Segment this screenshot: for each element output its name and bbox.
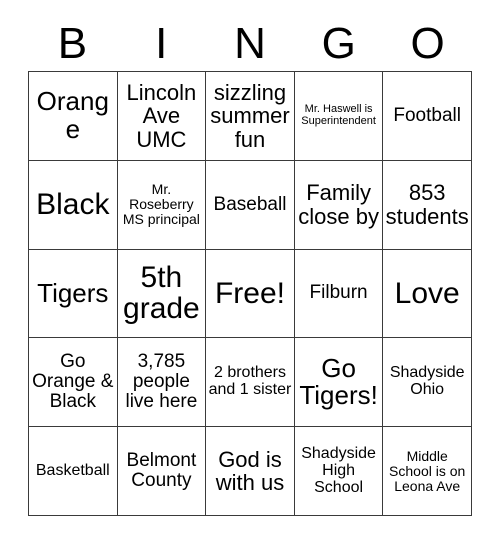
bingo-cell-g2[interactable]: Family close by [294, 160, 384, 250]
bingo-header-letter-g: G [321, 18, 356, 68]
bingo-cell-text: Orange [36, 86, 109, 144]
bingo-cell-n1[interactable]: sizzling summer fun [206, 72, 295, 161]
bingo-header-letter-i: I [155, 18, 168, 68]
bingo-cell-text: Go Tigers! [299, 352, 378, 411]
bingo-cell-b5[interactable]: Basketball [29, 427, 118, 516]
bingo-cell-o4[interactable]: Shadyside Ohio [383, 338, 472, 428]
bingo-cell-text: 2 brothers and 1 sister [208, 364, 292, 399]
bingo-cell-text: Lincoln Ave UMC [126, 79, 197, 152]
bingo-cell-text: Mr. Haswell is Superintendent [301, 103, 376, 127]
bingo-cell-text: Shadyside High School [301, 444, 376, 496]
bingo-cell-g1[interactable]: Mr. Haswell is Superintendent [294, 72, 384, 161]
bingo-free-space-text: Free! [214, 276, 285, 310]
bingo-cell-text: Football [393, 104, 461, 126]
bingo-cell-text: 853 students [385, 180, 469, 229]
bingo-cell-text: Middle School is on Leona Ave [389, 447, 466, 494]
bingo-cell-text: Basketball [35, 461, 110, 479]
bingo-header-row: B I N G O [28, 16, 472, 71]
bingo-header-letter-n: N [234, 18, 266, 68]
bingo-cell-text: Shadyside Ohio [389, 364, 465, 399]
bingo-grid: Orange Lincoln Ave UMC sizzling summer f… [28, 71, 472, 516]
bingo-cell-text: Go Orange & Black [32, 351, 114, 413]
bingo-cell-i5[interactable]: Belmont County [117, 427, 207, 516]
bingo-cell-b1[interactable]: Orange [29, 72, 118, 161]
bingo-card-page: B I N G O Orange Lincoln Ave UMC sizzlin… [0, 0, 500, 544]
bingo-cell-i1[interactable]: Lincoln Ave UMC [117, 72, 207, 161]
bingo-cell-text: Family close by [298, 180, 379, 229]
bingo-cell-b4[interactable]: Go Orange & Black [29, 338, 118, 428]
bingo-cell-text: Tigers [37, 277, 109, 308]
bingo-cell-text: sizzling summer fun [210, 79, 290, 152]
bingo-cell-text: 5th grade [123, 260, 200, 326]
bingo-cell-o1[interactable]: Football [383, 72, 472, 161]
bingo-cell-text: Mr. Roseberry MS principal [122, 181, 200, 228]
bingo-cell-o5[interactable]: Middle School is on Leona Ave [383, 427, 472, 516]
bingo-cell-g4[interactable]: Go Tigers! [294, 338, 384, 428]
bingo-cell-text: Baseball [213, 193, 287, 215]
bingo-cell-text: Filburn [309, 282, 368, 304]
bingo-cell-n5[interactable]: God is with us [206, 427, 295, 516]
bingo-header-letter-o: O [410, 18, 445, 68]
bingo-cell-i3[interactable]: 5th grade [117, 249, 207, 339]
bingo-cell-i4[interactable]: 3,785 people live here [117, 338, 207, 428]
bingo-cell-n4[interactable]: 2 brothers and 1 sister [206, 338, 295, 428]
bingo-cell-text: God is with us [215, 446, 285, 496]
bingo-cell-b2[interactable]: Black [29, 160, 118, 250]
bingo-cell-text: Belmont County [126, 449, 197, 492]
bingo-cell-o2[interactable]: 853 students [383, 160, 472, 250]
bingo-cell-text: 3,785 people live here [125, 351, 198, 413]
bingo-cell-o3[interactable]: Love [383, 249, 472, 339]
bingo-cell-b3[interactable]: Tigers [29, 249, 118, 339]
bingo-cell-g5[interactable]: Shadyside High School [294, 427, 384, 516]
bingo-cell-text: Black [36, 187, 110, 221]
bingo-cell-free-space[interactable]: Free! [206, 249, 295, 339]
bingo-cell-n2[interactable]: Baseball [206, 160, 295, 250]
bingo-header-letter-b: B [57, 18, 88, 68]
bingo-cell-g3[interactable]: Filburn [294, 249, 384, 339]
bingo-cell-text: Love [394, 276, 460, 310]
bingo-cell-i2[interactable]: Mr. Roseberry MS principal [117, 160, 207, 250]
